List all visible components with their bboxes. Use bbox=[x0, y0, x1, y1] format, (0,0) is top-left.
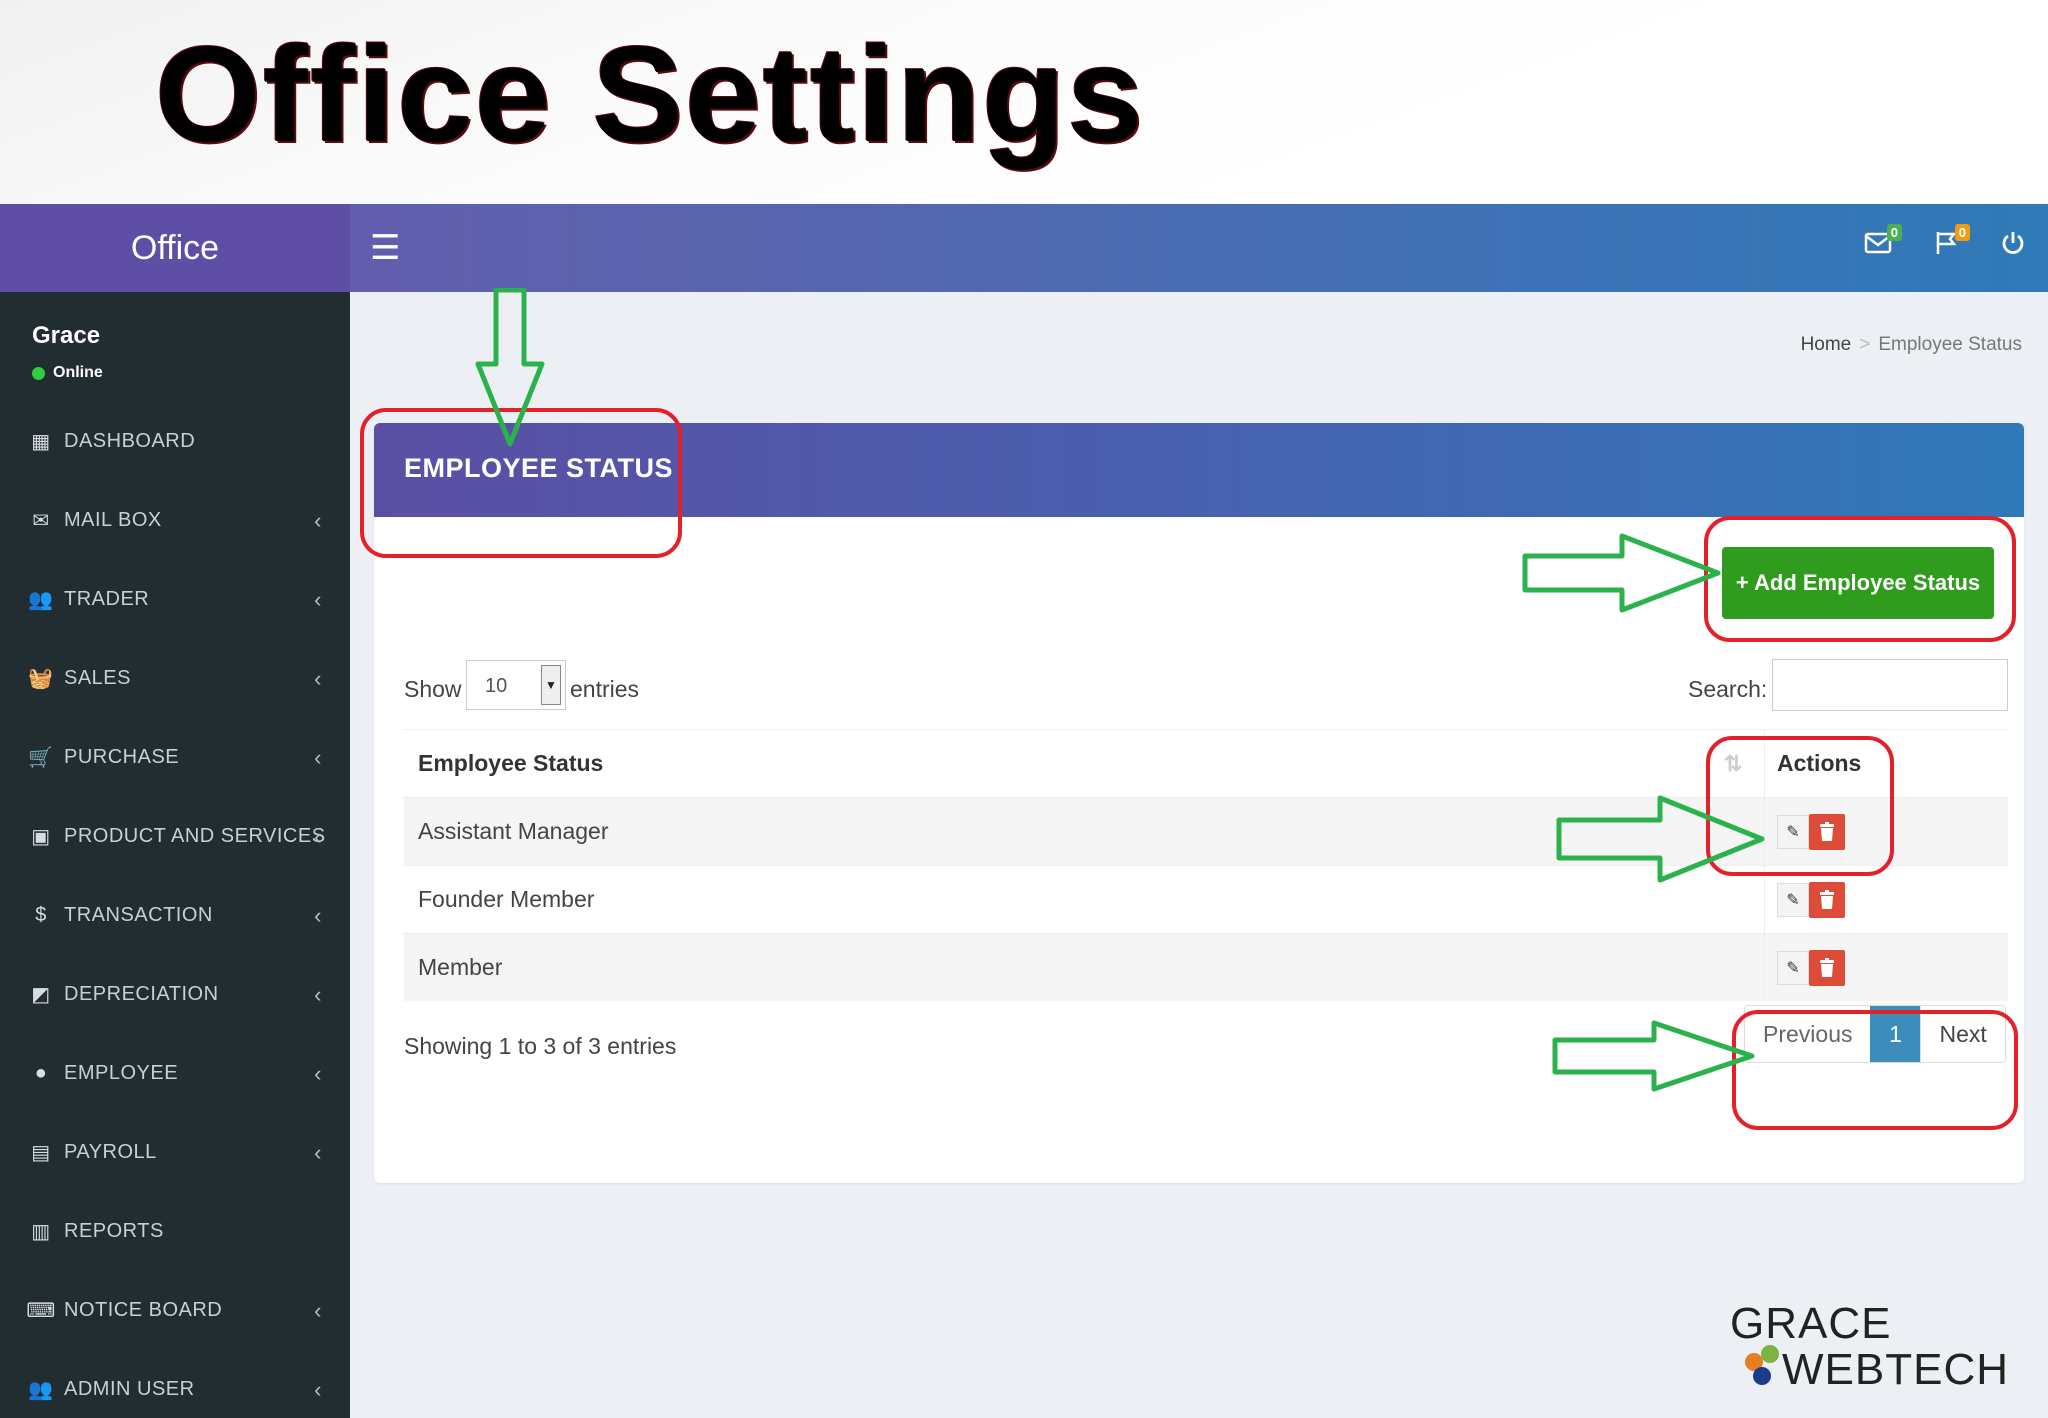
archive-icon: ▣ bbox=[31, 826, 51, 848]
flag-notifications-button[interactable]: 0 bbox=[1934, 224, 1970, 263]
cart-icon: 🛒 bbox=[28, 747, 54, 769]
trash-icon bbox=[1820, 889, 1834, 909]
chevron-left-icon: ‹ bbox=[314, 744, 322, 770]
basket-icon: 🧺 bbox=[28, 668, 54, 690]
sidebar: Grace Online ▦ DASHBOARD ✉ MAIL BOX ‹ 👥 TRADER… bbox=[0, 292, 350, 1418]
annotation-ring-title bbox=[360, 408, 682, 558]
mail-notifications-button[interactable]: 0 bbox=[1864, 224, 1902, 262]
dashboard-icon: ▦ bbox=[31, 431, 51, 453]
sidebar-item-mail-box[interactable]: ✉ MAIL BOX ‹ bbox=[0, 481, 350, 560]
entries-label: entries bbox=[570, 676, 640, 702]
edit-button[interactable]: ✎ bbox=[1777, 950, 1809, 985]
sidebar-item-label: TRANSACTION bbox=[64, 904, 213, 926]
sidebar-item-label: REPORTS bbox=[64, 1220, 164, 1242]
sidebar-menu: ▦ DASHBOARD ✉ MAIL BOX ‹ 👥 TRADER ‹ 🧺 SALES ‹ 🛒 PURC… bbox=[0, 402, 350, 1418]
breadcrumb-home[interactable]: Home bbox=[1801, 334, 1852, 355]
breadcrumb-current: Employee Status bbox=[1878, 334, 2022, 355]
sidebar-item-label: PAYROLL bbox=[64, 1141, 157, 1163]
dropdown-arrow-icon[interactable]: ▼ bbox=[541, 665, 561, 705]
chevron-left-icon: ‹ bbox=[314, 1297, 322, 1323]
sidebar-item-label: SALES bbox=[64, 667, 131, 689]
calculator-icon: ◩ bbox=[31, 984, 51, 1006]
show-label: Show bbox=[404, 676, 462, 702]
sidebar-item-label: ADMIN USER bbox=[64, 1378, 195, 1400]
sidebar-item-product-and-services[interactable]: ▣ PRODUCT AND SERVICES ‹ bbox=[0, 797, 350, 876]
mail-badge: 0 bbox=[1886, 224, 1902, 241]
users-icon: 👥 bbox=[28, 589, 54, 611]
sidebar-item-dashboard[interactable]: ▦ DASHBOARD bbox=[0, 402, 350, 481]
breadcrumb: Home > Employee Status bbox=[1801, 334, 2022, 356]
page-size-select[interactable]: 10 ▼ bbox=[466, 660, 566, 710]
breadcrumb-separator: > bbox=[1859, 334, 1871, 355]
sidebar-item-employee[interactable]: ● EMPLOYEE ‹ bbox=[0, 1034, 350, 1113]
column-header-employee-status[interactable]: Employee Status bbox=[418, 750, 603, 777]
slide-title: Office Settings bbox=[155, 18, 1145, 170]
chevron-left-icon: ‹ bbox=[314, 586, 322, 612]
employee-status-cell: Assistant Manager bbox=[418, 818, 609, 844]
logout-button[interactable] bbox=[2000, 230, 2026, 263]
grace-webtech-logo: GRACE WEBTECH bbox=[1730, 1299, 2009, 1392]
clipboard-icon: ▥ bbox=[31, 1221, 51, 1243]
pencil-icon: ✎ bbox=[1786, 959, 1800, 977]
chevron-left-icon: ‹ bbox=[314, 507, 322, 533]
flag-badge: 0 bbox=[1954, 224, 1970, 241]
svg-text:WEBTECH: WEBTECH bbox=[1782, 1345, 2009, 1392]
sidebar-item-label: EMPLOYEE bbox=[64, 1062, 179, 1084]
sidebar-item-trader[interactable]: 👥 TRADER ‹ bbox=[0, 560, 350, 639]
trash-icon bbox=[1820, 957, 1834, 977]
chevron-left-icon: ‹ bbox=[314, 1060, 322, 1086]
annotation-ring-actions bbox=[1706, 736, 1894, 876]
sidebar-item-label: TRADER bbox=[64, 588, 150, 610]
annotation-ring-pagination bbox=[1732, 1010, 2018, 1130]
user-status: Online bbox=[32, 364, 103, 382]
sidebar-item-notice-board[interactable]: ⌨ NOTICE BOARD ‹ bbox=[0, 1271, 350, 1350]
table-info: Showing 1 to 3 of 3 entries bbox=[404, 1033, 677, 1059]
user-circle-icon: ● bbox=[34, 1062, 48, 1084]
chevron-left-icon: ‹ bbox=[314, 665, 322, 691]
sidebar-item-payroll[interactable]: ▤ PAYROLL ‹ bbox=[0, 1113, 350, 1192]
menu-toggle-icon[interactable]: ☰ bbox=[370, 228, 400, 268]
sidebar-item-label: NOTICE BOARD bbox=[64, 1299, 223, 1321]
chevron-left-icon: ‹ bbox=[314, 1139, 322, 1165]
sidebar-item-label: PURCHASE bbox=[64, 746, 180, 768]
chevron-left-icon: ‹ bbox=[314, 1376, 322, 1402]
search-label: Search: bbox=[1688, 676, 1768, 702]
sidebar-item-sales[interactable]: 🧺 SALES ‹ bbox=[0, 639, 350, 718]
user-status-label: Online bbox=[53, 364, 103, 381]
chevron-left-icon: ‹ bbox=[314, 902, 322, 928]
sidebar-item-purchase[interactable]: 🛒 PURCHASE ‹ bbox=[0, 718, 350, 797]
delete-button[interactable] bbox=[1809, 949, 1845, 986]
sidebar-item-reports[interactable]: ▥ REPORTS bbox=[0, 1192, 350, 1271]
mail-icon: ✉ bbox=[32, 510, 50, 532]
sidebar-item-transaction[interactable]: $ TRANSACTION ‹ bbox=[0, 876, 350, 955]
group-icon: 👥 bbox=[28, 1379, 54, 1401]
sidebar-item-label: MAIL BOX bbox=[64, 509, 162, 531]
sidebar-item-admin-user[interactable]: 👥 ADMIN USER ‹ bbox=[0, 1350, 350, 1418]
power-icon bbox=[2002, 232, 2024, 254]
money-icon: $ bbox=[35, 904, 47, 926]
brand-logo[interactable]: Office bbox=[0, 204, 350, 292]
page-size-value: 10 bbox=[485, 675, 508, 697]
chevron-left-icon: ‹ bbox=[314, 981, 322, 1007]
table-row: Member ✎ bbox=[404, 933, 2008, 1002]
search-input[interactable] bbox=[1772, 659, 2008, 711]
top-navbar: Office ☰ 0 0 bbox=[0, 204, 2048, 292]
delete-button[interactable] bbox=[1809, 881, 1845, 918]
sidebar-item-label: DASHBOARD bbox=[64, 430, 196, 452]
keyboard-icon: ⌨ bbox=[26, 1300, 56, 1322]
row-actions: ✎ bbox=[1764, 933, 1845, 1002]
sidebar-item-label: DEPRECIATION bbox=[64, 983, 219, 1005]
user-name: Grace bbox=[32, 322, 101, 349]
pencil-icon: ✎ bbox=[1786, 891, 1800, 909]
chevron-left-icon: ‹ bbox=[314, 823, 322, 849]
employee-status-cell: Founder Member bbox=[418, 886, 595, 912]
wallet-icon: ▤ bbox=[31, 1142, 51, 1164]
online-dot-icon bbox=[32, 366, 45, 380]
svg-text:GRACE: GRACE bbox=[1730, 1299, 1891, 1348]
employee-status-cell: Member bbox=[418, 954, 503, 980]
edit-button[interactable]: ✎ bbox=[1777, 882, 1809, 917]
sidebar-item-depreciation[interactable]: ◩ DEPRECIATION ‹ bbox=[0, 955, 350, 1034]
annotation-ring-add-button bbox=[1704, 516, 2016, 642]
sidebar-item-label: PRODUCT AND SERVICES bbox=[64, 825, 326, 847]
